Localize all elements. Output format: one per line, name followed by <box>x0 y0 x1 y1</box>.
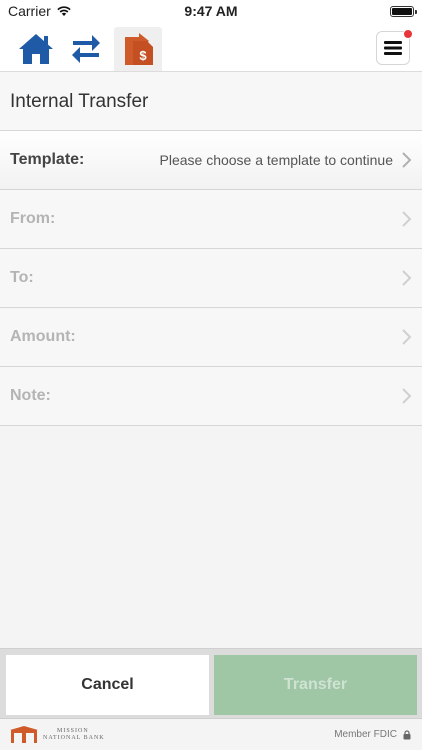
page-title: Internal Transfer <box>10 91 149 112</box>
note-row[interactable]: Note: <box>0 367 422 426</box>
svg-text:$: $ <box>139 48 147 63</box>
template-value: Please choose a template to continue <box>159 152 394 168</box>
chevron-right-icon <box>402 388 412 404</box>
bank-logo-text: MISSION NATIONAL BANK <box>43 728 105 742</box>
amount-row[interactable]: Amount: <box>0 308 422 367</box>
note-label: Note: <box>10 387 51 404</box>
transfer-button[interactable]: Transfer <box>214 655 417 715</box>
bank-logo-icon <box>10 726 38 743</box>
from-row[interactable]: From: <box>0 190 422 249</box>
footer: MISSION NATIONAL BANK Member FDIC <box>0 718 422 750</box>
logo-line1: MISSION <box>57 728 89 734</box>
cancel-button[interactable]: Cancel <box>6 655 209 715</box>
fdic-label: Member FDIC <box>334 729 397 740</box>
template-label: Template: <box>10 151 85 168</box>
status-bar: Carrier 9:47 AM <box>0 0 422 24</box>
from-label: From: <box>10 210 56 227</box>
lock-icon <box>403 729 411 739</box>
battery-icon <box>390 6 417 17</box>
transfer-form: Template: Please choose a template to co… <box>0 131 422 426</box>
template-row[interactable]: Template: Please choose a template to co… <box>0 131 422 190</box>
chevron-right-icon <box>402 270 412 286</box>
amount-label: Amount: <box>10 328 76 345</box>
nav-transfers-button[interactable] <box>64 27 108 71</box>
hamburger-menu-icon <box>384 41 402 55</box>
nav-bill-pay-button[interactable]: $ <box>114 27 162 71</box>
fdic-notice: Member FDIC <box>334 729 411 740</box>
logo-line2: NATIONAL BANK <box>43 735 105 741</box>
to-row[interactable]: To: <box>0 249 422 308</box>
notification-badge <box>403 29 413 39</box>
bank-logo: MISSION NATIONAL BANK <box>10 726 105 744</box>
nav-home-button[interactable] <box>14 27 58 71</box>
menu-button[interactable] <box>376 29 413 65</box>
to-label: To: <box>10 269 34 286</box>
bill-pay-icon: $ <box>125 33 153 65</box>
page-header: Internal Transfer <box>0 72 422 131</box>
home-icon <box>19 34 53 64</box>
action-bar: Cancel Transfer <box>0 648 422 718</box>
chevron-right-icon <box>402 152 412 168</box>
chevron-right-icon <box>402 211 412 227</box>
top-nav: $ <box>0 24 422 72</box>
transfers-icon <box>72 35 100 63</box>
chevron-right-icon <box>402 329 412 345</box>
status-time: 9:47 AM <box>184 3 238 19</box>
